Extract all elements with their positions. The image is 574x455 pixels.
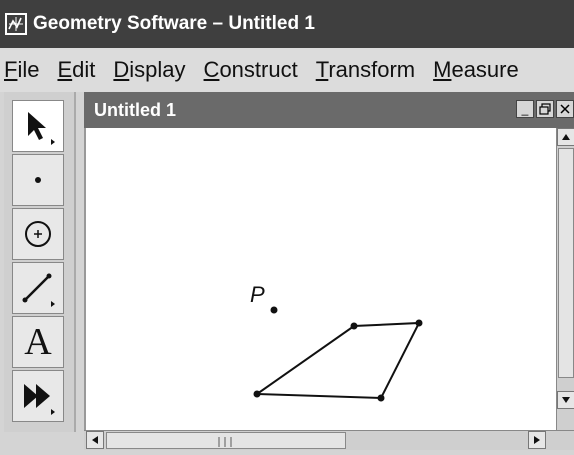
scroll-up-button[interactable] <box>557 128 574 146</box>
straightedge-tool[interactable] <box>12 262 64 314</box>
text-icon: A <box>24 321 52 363</box>
app-logo-icon <box>5 13 27 35</box>
menu-measure[interactable]: Measure <box>433 57 519 83</box>
horizontal-scrollbar[interactable] <box>84 430 574 450</box>
circle-icon <box>25 221 51 247</box>
arrow-tool[interactable] <box>12 100 64 152</box>
chevron-right-icon <box>534 436 540 444</box>
menu-construct[interactable]: Construct <box>204 57 298 83</box>
vertex-point[interactable] <box>415 319 423 327</box>
vertical-scrollbar[interactable] <box>556 128 574 430</box>
point-tool[interactable] <box>12 154 64 206</box>
point-p[interactable] <box>270 306 278 314</box>
point-p-label: P <box>250 282 265 307</box>
toolbox: A <box>4 92 76 432</box>
chevron-down-icon <box>562 397 570 403</box>
chevron-left-icon <box>92 436 98 444</box>
double-arrow-icon <box>24 384 55 415</box>
menu-file[interactable]: File <box>4 57 39 83</box>
compass-tool[interactable] <box>12 208 64 260</box>
app-title-bar: Geometry Software – Untitled 1 <box>0 0 574 48</box>
menu-display[interactable]: Display <box>113 57 185 83</box>
grip-icon <box>218 437 232 447</box>
restore-button[interactable] <box>536 100 554 118</box>
arrow-icon <box>28 112 55 145</box>
vertex-point[interactable] <box>253 390 261 398</box>
close-icon <box>560 104 570 114</box>
window-controls: _ <box>516 100 574 118</box>
scroll-right-button[interactable] <box>528 431 546 449</box>
vertical-scroll-thumb[interactable] <box>558 148 574 378</box>
horizontal-scroll-thumb[interactable] <box>106 432 346 449</box>
vertex-point[interactable] <box>377 394 385 402</box>
minimize-button[interactable]: _ <box>516 100 534 118</box>
restore-icon <box>539 103 551 115</box>
vertex-point[interactable] <box>350 322 358 330</box>
chevron-up-icon <box>562 134 570 140</box>
segment-icon <box>22 273 55 307</box>
scroll-down-button[interactable] <box>557 391 574 409</box>
app-title: Geometry Software – Untitled 1 <box>33 13 315 34</box>
document-title-bar: Untitled 1 _ <box>84 92 574 128</box>
sketch-canvas[interactable]: P <box>84 128 556 430</box>
point-icon <box>35 177 41 183</box>
text-tool[interactable]: A <box>12 316 64 368</box>
custom-tool[interactable] <box>12 370 64 422</box>
scroll-left-button[interactable] <box>86 431 104 449</box>
menu-edit[interactable]: Edit <box>57 57 95 83</box>
close-button[interactable] <box>556 100 574 118</box>
document-title: Untitled 1 <box>94 99 177 120</box>
menu-bar: File Edit Display Construct Transform Me… <box>0 48 574 92</box>
quadrilateral[interactable] <box>253 321 421 400</box>
menu-transform[interactable]: Transform <box>316 57 415 83</box>
